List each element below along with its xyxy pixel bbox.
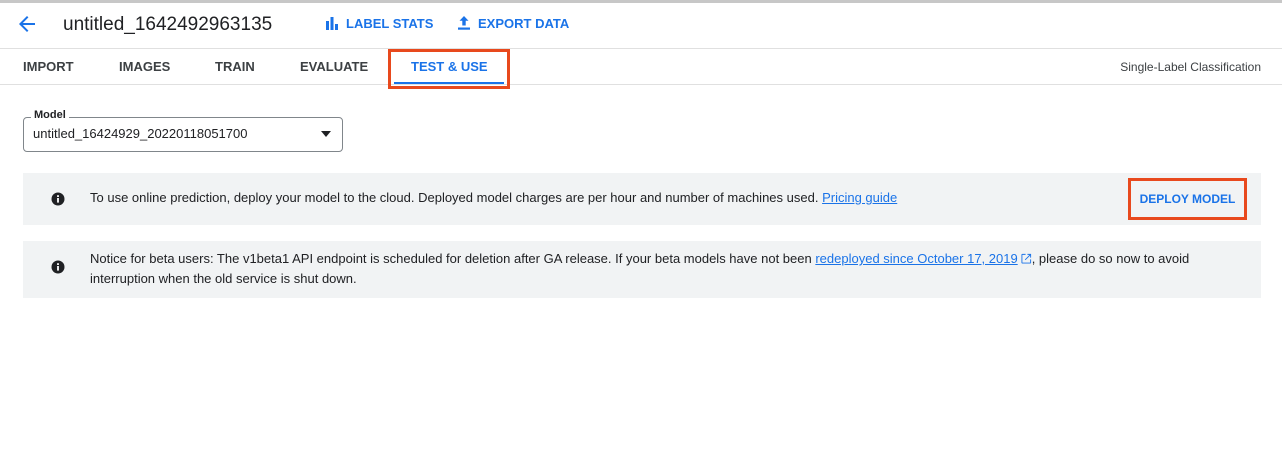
model-select[interactable]: Model untitled_16424929_20220118051700 xyxy=(23,109,343,152)
model-select-label: Model xyxy=(31,109,69,121)
tab-bar: IMPORT IMAGES TRAIN EVALUATE TEST & USE … xyxy=(0,48,1282,85)
tab-train[interactable]: TRAIN xyxy=(215,49,255,85)
tab-evaluate[interactable]: EVALUATE xyxy=(300,49,368,85)
deploy-info-text: To use online prediction, deploy your mo… xyxy=(90,188,897,208)
export-data-label: EXPORT DATA xyxy=(478,15,570,31)
tab-images[interactable]: IMAGES xyxy=(119,49,170,85)
external-link-icon xyxy=(1021,253,1031,264)
upload-icon xyxy=(458,16,470,30)
dataset-title: untitled_1642492963135 xyxy=(63,14,273,35)
bar-chart-icon xyxy=(326,17,338,30)
deploy-info-banner: To use online prediction, deploy your mo… xyxy=(23,173,1261,225)
deploy-info-message: To use online prediction, deploy your mo… xyxy=(90,190,819,205)
page-header: untitled_1642492963135 LABEL STATS EXPOR… xyxy=(0,3,1282,48)
info-icon xyxy=(51,260,65,274)
beta-notice-message-start: Notice for beta users: The v1beta1 API e… xyxy=(90,251,812,266)
beta-notice-banner: Notice for beta users: The v1beta1 API e… xyxy=(23,241,1261,298)
redeploy-link[interactable]: redeployed since October 17, 2019 xyxy=(815,251,1031,266)
back-arrow-icon[interactable] xyxy=(15,12,39,36)
label-stats-button[interactable]: LABEL STATS xyxy=(324,15,433,31)
redeploy-link-label: redeployed since October 17, 2019 xyxy=(815,251,1018,266)
pricing-guide-link[interactable]: Pricing guide xyxy=(822,190,897,205)
classification-mode-label: Single-Label Classification xyxy=(1120,60,1261,74)
beta-notice-text: Notice for beta users: The v1beta1 API e… xyxy=(90,249,1210,289)
tab-highlight-box xyxy=(388,49,510,89)
info-icon xyxy=(51,192,65,206)
dropdown-caret-icon xyxy=(321,131,331,137)
export-data-button[interactable]: EXPORT DATA xyxy=(456,15,569,31)
tab-import[interactable]: IMPORT xyxy=(23,49,74,85)
model-select-value: untitled_16424929_20220118051700 xyxy=(33,126,248,141)
label-stats-label: LABEL STATS xyxy=(346,15,434,31)
deploy-model-button[interactable]: DEPLOY MODEL xyxy=(1128,178,1247,220)
